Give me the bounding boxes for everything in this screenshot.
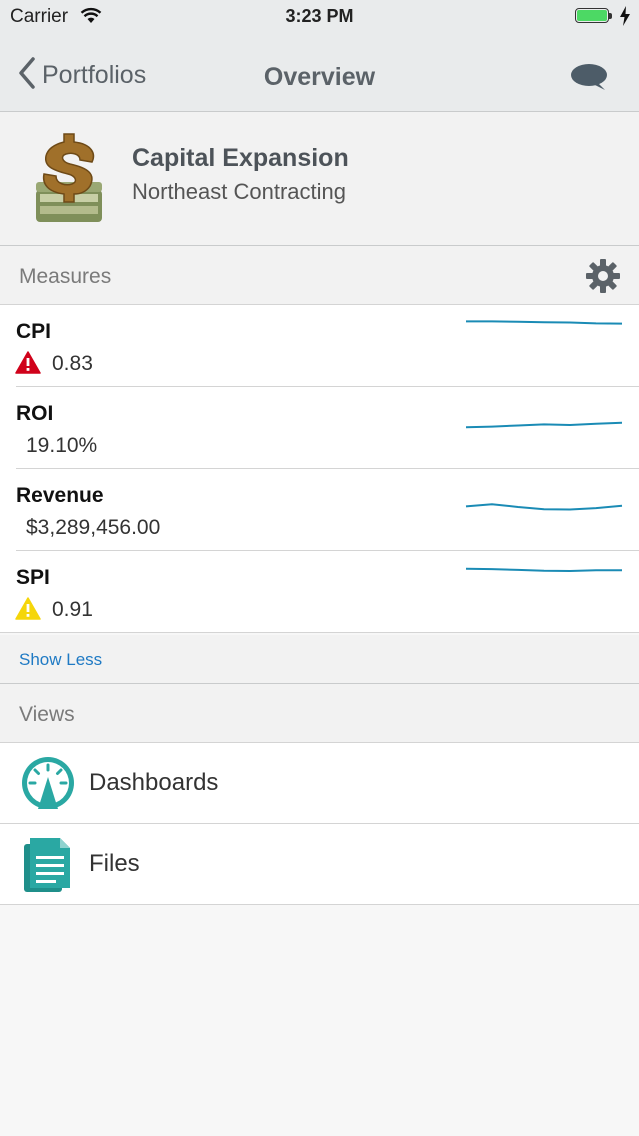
portfolio-header: Capital Expansion Northeast Contracting bbox=[0, 112, 639, 246]
view-row-files[interactable]: Files bbox=[0, 824, 639, 905]
sparkline-trend-line bbox=[465, 567, 622, 573]
view-row-dashboards[interactable]: Dashboards bbox=[0, 743, 639, 824]
measures-list: CPI 0.83 ROI 19.10% Revenue $3,289,456.0… bbox=[0, 305, 639, 633]
views-heading: Views bbox=[19, 703, 75, 726]
clock: 3:23 PM bbox=[285, 6, 354, 26]
measure-row-cpi[interactable]: CPI 0.83 bbox=[0, 305, 639, 387]
portfolio-company: Northeast Contracting bbox=[132, 179, 346, 204]
measure-name: Revenue bbox=[16, 484, 104, 507]
battery-cap bbox=[609, 13, 612, 19]
show-less-label: Show Less bbox=[19, 650, 103, 669]
document-icon bbox=[20, 836, 76, 899]
measures-heading: Measures bbox=[19, 265, 112, 288]
sparkline-trend-line bbox=[466, 320, 623, 325]
view-label: Dashboards bbox=[89, 769, 219, 796]
measure-value: $3,289,456.00 bbox=[26, 516, 161, 539]
sparkline-chart bbox=[465, 567, 622, 573]
measures-section-header: Measures bbox=[0, 246, 639, 305]
status-bar: Carrier 3:23 PM bbox=[0, 0, 639, 34]
sparkline-chart bbox=[466, 320, 623, 325]
measure-name: ROI bbox=[16, 402, 54, 425]
measure-name: CPI bbox=[16, 320, 52, 343]
measure-name: SPI bbox=[16, 566, 50, 589]
views-section-header: Views bbox=[0, 684, 639, 743]
measure-value: 0.83 bbox=[52, 352, 93, 375]
sparkline-chart bbox=[465, 421, 623, 429]
page-title: Overview bbox=[263, 63, 376, 91]
warning-alert-icon bbox=[15, 597, 41, 625]
views-list: Dashboards Files bbox=[0, 743, 639, 905]
critical-alert-icon bbox=[15, 351, 41, 379]
gear-icon[interactable] bbox=[585, 258, 621, 299]
portfolio-name: Capital Expansion bbox=[132, 144, 349, 172]
charging-bolt-icon bbox=[619, 6, 631, 32]
navigation-bar: Portfolios Overview bbox=[0, 34, 639, 112]
sparkline-trend-line bbox=[465, 503, 623, 511]
gauge-icon bbox=[20, 755, 76, 816]
measure-row-revenue[interactable]: Revenue $3,289,456.00 bbox=[0, 469, 639, 551]
view-label: Files bbox=[89, 850, 140, 877]
measure-row-spi[interactable]: SPI 0.91 bbox=[0, 551, 639, 633]
battery-icon bbox=[575, 8, 609, 23]
measure-value: 0.91 bbox=[52, 598, 93, 621]
measure-row-roi[interactable]: ROI 19.10% bbox=[0, 387, 639, 469]
sparkline-trend-line bbox=[465, 421, 623, 429]
measure-value: 19.10% bbox=[26, 434, 98, 457]
show-less-button[interactable]: Show Less bbox=[0, 635, 639, 684]
chat-bubble-icon[interactable] bbox=[569, 63, 609, 96]
money-bag-logo-icon bbox=[34, 132, 104, 228]
sparkline-chart bbox=[465, 503, 623, 511]
